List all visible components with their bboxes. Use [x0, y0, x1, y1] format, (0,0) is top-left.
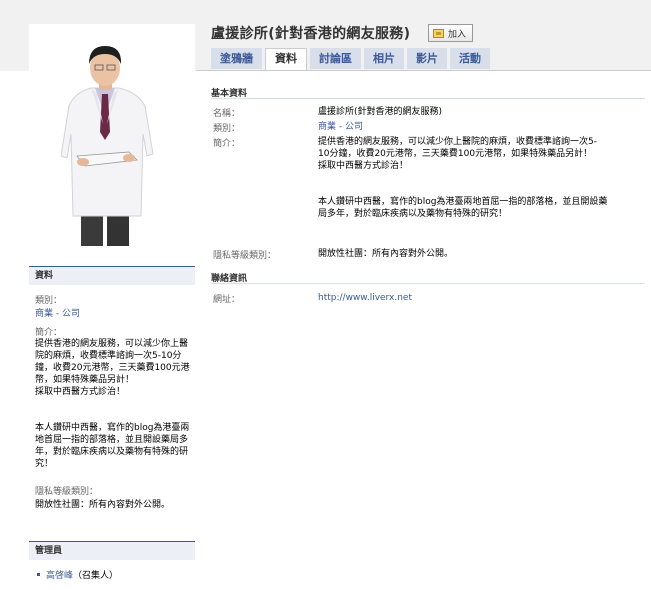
tab-photos[interactable]: 相片 [364, 48, 404, 69]
sidebar-category-label: 類別： [35, 296, 63, 306]
join-icon [433, 28, 444, 38]
sidebar-info-box: 資料 類別： 商業 - 公司 簡介： 提供香港的網友服務，可以減少你上醫院的麻煩… [29, 266, 195, 510]
sidebar-admin-heading: 管理員 [29, 541, 195, 560]
contact-info-rule [211, 283, 645, 284]
page-title: 盧援診所(針對香港的網友服務) [211, 26, 411, 42]
tab-events[interactable]: 活動 [450, 48, 490, 69]
admin-role: （召集人） [73, 571, 119, 581]
name-label: 名稱： [213, 109, 241, 119]
category-label: 類別： [213, 124, 241, 134]
sidebar-description-value: 提供香港的網友服務，可以減少你上醫院的麻煩，收費標準諮詢一次5-10分鐘，收費2… [35, 339, 190, 469]
sidebar-description-label: 簡介： [35, 328, 63, 338]
sidebar-privacy-label: 隱私等級類別： [35, 487, 99, 497]
website-label: 網址： [213, 295, 241, 305]
description-value: 提供香港的網友服務，可以減少你上醫院的麻煩，收費標準諮詢一次5-10分鐘，收費2… [318, 137, 608, 219]
privacy-value: 開放性社團：所有內容對外公開。 [318, 249, 454, 259]
tab-divider [196, 70, 651, 71]
admin-list-item: 高啓峰（召集人） [29, 560, 195, 581]
sidebar-info-heading: 資料 [29, 266, 195, 285]
bullet-icon [37, 573, 40, 576]
doctor-portrait-image [29, 24, 195, 246]
description-label: 簡介： [213, 139, 241, 149]
join-group-button[interactable]: 加入 [428, 24, 474, 42]
tab-info[interactable]: 資料 [265, 48, 307, 71]
sidebar-admin-box: 管理員 高啓峰（召集人） [29, 541, 195, 581]
category-link[interactable]: 商業 - 公司 [318, 122, 363, 132]
sidebar-category-link[interactable]: 商業 - 公司 [35, 309, 80, 319]
privacy-label: 隱私等級類別： [213, 251, 277, 261]
sidebar-privacy-value: 開放性社團：所有內容對外公開。 [35, 500, 171, 510]
name-value: 盧援診所(針對香港的網友服務) [318, 107, 443, 117]
tab-videos[interactable]: 影片 [407, 48, 447, 69]
basic-info-rule [211, 98, 645, 99]
profile-photo[interactable] [29, 24, 195, 246]
website-link[interactable]: http://www.liverx.net [318, 293, 412, 303]
tab-discussions[interactable]: 討論區 [310, 48, 361, 69]
tab-bar: 塗鴉牆 資料 討論區 相片 影片 活動 [211, 48, 490, 71]
admin-name-link[interactable]: 高啓峰 [46, 571, 73, 581]
join-label: 加入 [448, 29, 467, 40]
tab-wall[interactable]: 塗鴉牆 [211, 48, 262, 69]
